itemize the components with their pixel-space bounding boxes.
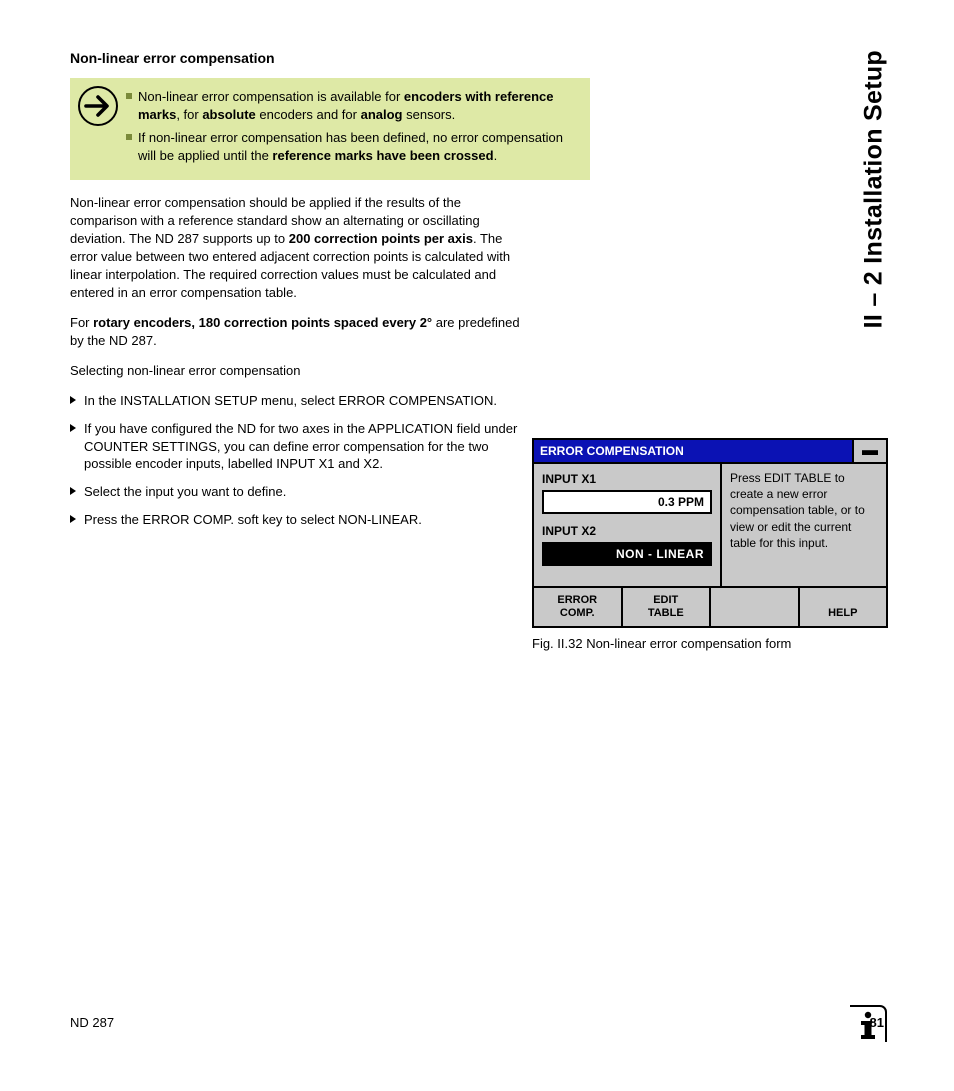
minimize-icon: ▬ — [854, 440, 886, 464]
text: ERROR — [557, 594, 597, 606]
text: COMP. — [560, 607, 595, 619]
text: sensors. — [403, 107, 456, 122]
text-bold: reference marks have been crossed — [272, 148, 493, 163]
form-left-column: INPUT X1 0.3 PPM INPUT X2 NON - LINEAR — [534, 464, 722, 586]
page-body: II – 2 Installation Setup Non-linear err… — [70, 50, 884, 1040]
step-item: Press the ERROR COMP. soft key to select… — [70, 511, 520, 529]
text: , for — [176, 107, 202, 122]
callout-item: If non-linear error compensation has bee… — [126, 129, 576, 164]
body-text: Non-linear error compensation should be … — [70, 194, 520, 529]
text: HELP — [828, 607, 857, 619]
note-callout: Non-linear error compensation is availab… — [70, 78, 590, 180]
step-list: In the INSTALLATION SETUP menu, select E… — [70, 392, 520, 530]
step-item: If you have configured the ND for two ax… — [70, 420, 520, 474]
label-input-x1: INPUT X1 — [542, 472, 712, 486]
softkey-help[interactable]: HELP — [800, 588, 887, 626]
arrow-right-icon — [78, 86, 118, 126]
text-bold: 200 correction points per axis — [289, 231, 473, 246]
step-item: Select the input you want to define. — [70, 483, 520, 501]
section-side-title: II – 2 Installation Setup — [859, 50, 888, 328]
figure-caption: Fig. II.32 Non-linear error compensation… — [532, 636, 884, 651]
form-title: ERROR COMPENSATION — [534, 440, 854, 464]
figure-error-comp: ERROR COMPENSATION ▬ INPUT X1 0.3 PPM IN… — [532, 438, 884, 651]
paragraph: For rotary encoders, 180 correction poin… — [70, 314, 520, 350]
form-panel: ERROR COMPENSATION ▬ INPUT X1 0.3 PPM IN… — [532, 438, 888, 628]
footer-product: ND 287 — [70, 1015, 114, 1030]
text: TABLE — [648, 607, 684, 619]
paragraph: Non-linear error compensation should be … — [70, 194, 520, 302]
text-bold: absolute — [202, 107, 255, 122]
value-input-x2: NON - LINEAR — [542, 542, 712, 566]
text: For — [70, 315, 93, 330]
text: Non-linear error compensation is availab… — [138, 89, 404, 104]
callout-item: Non-linear error compensation is availab… — [126, 88, 576, 123]
softkey-row: ERRORCOMP. EDITTABLE HELP — [534, 588, 886, 626]
info-icon — [846, 1002, 890, 1046]
text: encoders and for — [256, 107, 361, 122]
step-item: In the INSTALLATION SETUP menu, select E… — [70, 392, 520, 410]
text: . — [494, 148, 498, 163]
softkey-error-comp[interactable]: ERRORCOMP. — [534, 588, 623, 626]
text: EDIT — [653, 594, 678, 606]
text-bold: rotary encoders, 180 correction points s… — [93, 315, 432, 330]
form-hint-text: Press EDIT TABLE to create a new error c… — [722, 464, 886, 586]
softkey-empty — [711, 588, 800, 626]
form-titlebar: ERROR COMPENSATION ▬ — [534, 440, 886, 464]
text-bold: analog — [361, 107, 403, 122]
paragraph: Selecting non-linear error compensation — [70, 362, 520, 380]
value-input-x1: 0.3 PPM — [542, 490, 712, 514]
page-footer: ND 287 81 — [70, 1015, 884, 1030]
softkey-edit-table[interactable]: EDITTABLE — [623, 588, 712, 626]
heading-nonlinear: Non-linear error compensation — [70, 50, 884, 66]
label-input-x2: INPUT X2 — [542, 524, 712, 538]
